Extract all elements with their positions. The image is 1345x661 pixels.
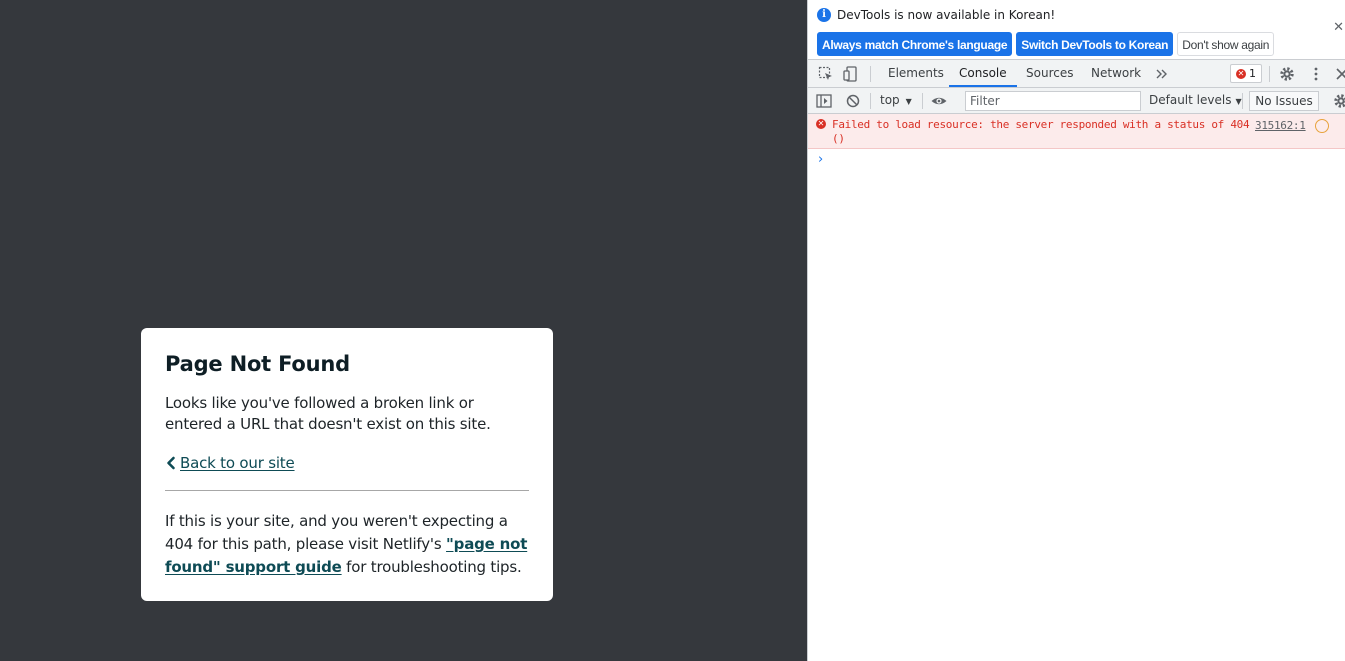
dont-show-again-button[interactable]: Don't show again xyxy=(1177,32,1275,56)
log-levels-dropdown[interactable]: Default levels ▼ xyxy=(1149,88,1242,113)
not-found-card: Page Not Found Looks like you've followe… xyxy=(141,328,553,601)
divider xyxy=(165,490,529,491)
toolbar-separator xyxy=(1269,66,1270,82)
lightbulb-icon[interactable] xyxy=(1315,119,1329,133)
toolbar-separator xyxy=(870,93,871,109)
device-toolbar-icon[interactable] xyxy=(842,65,860,83)
context-label: top xyxy=(880,93,900,107)
devtools-panel: i DevTools is now available in Korean! ✕… xyxy=(807,0,1345,661)
info-icon: i xyxy=(817,8,831,22)
page-title: Page Not Found xyxy=(165,352,350,376)
error-count: 1 xyxy=(1249,67,1256,80)
tab-elements[interactable]: Elements xyxy=(878,60,954,87)
error-icon: ✕ xyxy=(1236,68,1246,79)
not-found-message: Looks like you've followed a broken link… xyxy=(165,394,491,433)
language-infobar: i DevTools is now available in Korean! ✕… xyxy=(808,0,1345,60)
inspect-element-icon[interactable] xyxy=(817,65,835,83)
tab-console[interactable]: Console xyxy=(949,60,1017,87)
sidebar-toggle-icon[interactable] xyxy=(815,92,833,110)
gear-icon[interactable] xyxy=(1278,65,1296,83)
help-suffix: for troubleshooting tips. xyxy=(341,558,522,576)
toolbar-separator xyxy=(870,66,871,82)
console-filter-input[interactable] xyxy=(965,91,1141,111)
toolbar-separator xyxy=(922,93,923,109)
error-count-badge[interactable]: ✕ 1 xyxy=(1230,64,1262,83)
back-to-site-label: Back to our site xyxy=(180,454,295,472)
console-toolbar: top▼ Default levels▼ No Issues xyxy=(808,88,1345,114)
console-settings-gear-icon[interactable] xyxy=(1332,92,1345,110)
caret-down-icon: ▼ xyxy=(1235,97,1242,106)
more-tabs-icon[interactable] xyxy=(1153,65,1171,83)
back-to-site-link[interactable]: Back to our site xyxy=(165,452,529,474)
devtools-tabbar: Elements Console Sources Network ✕ 1 xyxy=(808,60,1345,88)
always-match-language-button[interactable]: Always match Chrome's language xyxy=(817,32,1013,56)
infobar-message-row: i DevTools is now available in Korean! xyxy=(817,8,1055,22)
console-error-message: ✕ Failed to load resource: the server re… xyxy=(808,114,1345,149)
infobar-buttons: Always match Chrome's language Switch De… xyxy=(817,32,1275,56)
infobar-message: DevTools is now available in Korean! xyxy=(837,8,1056,22)
tab-network[interactable]: Network xyxy=(1081,60,1151,87)
eye-icon[interactable] xyxy=(930,92,948,110)
close-devtools-icon[interactable] xyxy=(1333,65,1345,83)
page-viewport: Page Not Found Looks like you've followe… xyxy=(0,0,807,661)
context-selector[interactable]: top ▼ xyxy=(880,88,912,113)
switch-to-korean-button[interactable]: Switch DevTools to Korean xyxy=(1016,32,1174,56)
error-source-link[interactable]: 315162:1 xyxy=(1255,119,1306,132)
error-text: Failed to load resource: the server resp… xyxy=(832,118,1250,145)
close-infobar-icon[interactable]: ✕ xyxy=(1333,20,1344,35)
console-prompt-chevron-icon[interactable]: › xyxy=(818,152,823,167)
error-icon: ✕ xyxy=(816,119,826,129)
toolbar-separator xyxy=(1242,93,1243,109)
issues-button[interactable]: No Issues xyxy=(1249,91,1319,111)
tab-sources[interactable]: Sources xyxy=(1016,60,1083,87)
caret-down-icon: ▼ xyxy=(905,97,912,106)
clear-console-icon[interactable] xyxy=(844,92,862,110)
chevron-left-icon xyxy=(167,456,175,470)
kebab-menu-icon[interactable] xyxy=(1307,65,1325,83)
help-text: If this is your site, and you weren't ex… xyxy=(165,510,529,579)
log-levels-label: Default levels xyxy=(1149,93,1232,107)
